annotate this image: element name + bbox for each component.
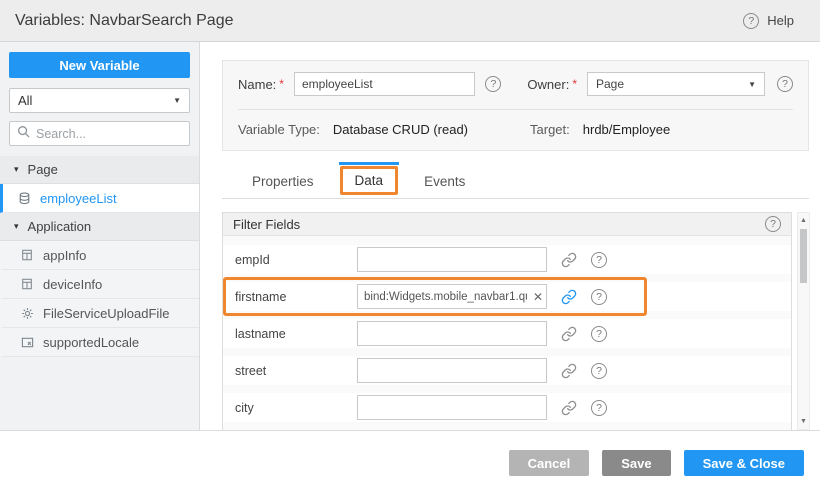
bind-link-icon[interactable] [560,251,578,269]
variable-type-label: Variable Type: [238,122,320,137]
owner-help-icon[interactable]: ? [777,76,793,92]
target-label: Target: [530,122,570,137]
page-title: Variables: NavbarSearch Page [15,12,234,30]
tree-item-label: supportedLocale [43,335,139,350]
variable-filter-dropdown[interactable]: All ▼ [9,88,190,113]
scroll-down-icon[interactable]: ▼ [798,418,809,425]
lastname-input[interactable] [357,321,547,346]
required-asterisk: * [572,77,577,91]
variable-name-input[interactable] [294,72,475,96]
filter-fields-header: Filter Fields ? [223,213,791,236]
search-icon [17,125,30,143]
owner-value: Page [596,77,624,91]
field-label: firstname [223,290,357,304]
tree-item-employeelist[interactable]: employeeList [0,184,199,213]
cancel-button[interactable]: Cancel [509,450,590,476]
tree-group-application[interactable]: ▾ Application [0,213,199,241]
detail-tabs: Properties Data Events [222,165,809,199]
owner-label: Owner: [527,77,569,92]
owner-dropdown[interactable]: Page ▼ [587,72,765,96]
bind-link-icon[interactable] [560,325,578,343]
save-and-close-button[interactable]: Save & Close [684,450,804,476]
bind-link-icon[interactable] [560,288,578,306]
chevron-down-icon: ▼ [748,80,756,89]
variables-sidebar: New Variable All ▼ ▾ Page [0,42,200,430]
search-input[interactable] [36,127,197,141]
grid-icon [20,277,34,291]
field-help-icon[interactable]: ? [591,400,607,416]
tree-group-label: Application [28,219,92,234]
variable-summary-box: Name:* ? Owner:* Page ▼ ? Variable Type: [222,60,809,151]
tree-item-label: FileServiceUploadFile [43,306,169,321]
variable-type-value: Database CRUD (read) [333,122,468,137]
filter-row-empid: empId ? [223,245,791,274]
tree-item-label: employeeList [40,191,117,206]
tab-properties[interactable]: Properties [234,165,332,198]
filter-row-city: city ? [223,393,791,422]
chevron-down-icon: ▼ [173,96,181,105]
tab-events[interactable]: Events [406,165,483,198]
search-box [9,121,190,146]
firstname-input[interactable] [357,284,547,309]
grid-icon [20,248,34,262]
dialog-header: Variables: NavbarSearch Page ? Help [0,0,820,42]
filter-fields-title: Filter Fields [233,217,300,232]
tree-group-label: Page [28,162,58,177]
gear-icon [20,306,34,320]
help-label: Help [767,13,794,28]
required-asterisk: * [279,77,284,91]
field-help-icon[interactable]: ? [591,252,607,268]
tree-item-deviceinfo[interactable]: deviceInfo [0,270,199,299]
tree-item-supportedlocale[interactable]: supportedLocale [0,328,199,357]
data-tab-content: Filter Fields ? empId ? [222,212,810,430]
field-label: street [223,364,357,378]
empid-input[interactable] [357,247,547,272]
variable-filter-value: All [18,93,32,108]
database-icon [17,191,31,205]
save-button[interactable]: Save [602,450,670,476]
filter-field-rows: empId ? firstname ✕ [223,236,791,430]
summary-divider [238,109,793,110]
target-value: hrdb/Employee [583,122,670,137]
bind-link-icon[interactable] [560,362,578,380]
tree-item-appinfo[interactable]: appInfo [0,241,199,270]
variable-detail-pane: Name:* ? Owner:* Page ▼ ? Variable Type: [200,42,820,430]
tab-data[interactable]: Data [340,166,399,195]
caret-down-icon: ▾ [14,164,19,175]
street-input[interactable] [357,358,547,383]
vertical-scrollbar[interactable]: ▲ ▼ [797,212,810,430]
filter-row-lastname: lastname ? [223,319,791,348]
dialog-footer: Cancel Save Save & Close [0,430,820,490]
filter-fields-help-icon[interactable]: ? [765,216,781,232]
tree-group-page[interactable]: ▾ Page [0,156,199,184]
tree-item-label: deviceInfo [43,277,102,292]
field-label: empId [223,253,357,267]
caret-down-icon: ▾ [14,221,19,232]
clear-binding-icon[interactable]: ✕ [533,291,543,303]
name-help-icon[interactable]: ? [485,76,501,92]
filter-row-street: street ? [223,356,791,385]
tree-item-fileserviceuploadfile[interactable]: FileServiceUploadFile [0,299,199,328]
variables-tree: ▾ Page employeeList ▾ Applicati [0,156,199,357]
locale-icon [20,335,34,349]
field-help-icon[interactable]: ? [591,363,607,379]
tree-item-label: appInfo [43,248,86,263]
field-help-icon[interactable]: ? [591,326,607,342]
filter-fields-panel: Filter Fields ? empId ? [222,212,792,430]
field-label: city [223,401,357,415]
field-help-icon[interactable]: ? [591,289,607,305]
city-input[interactable] [357,395,547,420]
bind-link-icon[interactable] [560,399,578,417]
new-variable-button[interactable]: New Variable [9,52,190,78]
help-button[interactable]: ? Help [743,13,794,29]
filter-row-firstname: firstname ✕ ? [223,282,791,311]
field-label: lastname [223,327,357,341]
variables-dialog: Variables: NavbarSearch Page ? Help New … [0,0,820,490]
help-icon: ? [743,13,759,29]
name-label: Name: [238,77,276,92]
scroll-up-icon[interactable]: ▲ [798,217,809,224]
scrollbar-thumb[interactable] [800,229,807,283]
